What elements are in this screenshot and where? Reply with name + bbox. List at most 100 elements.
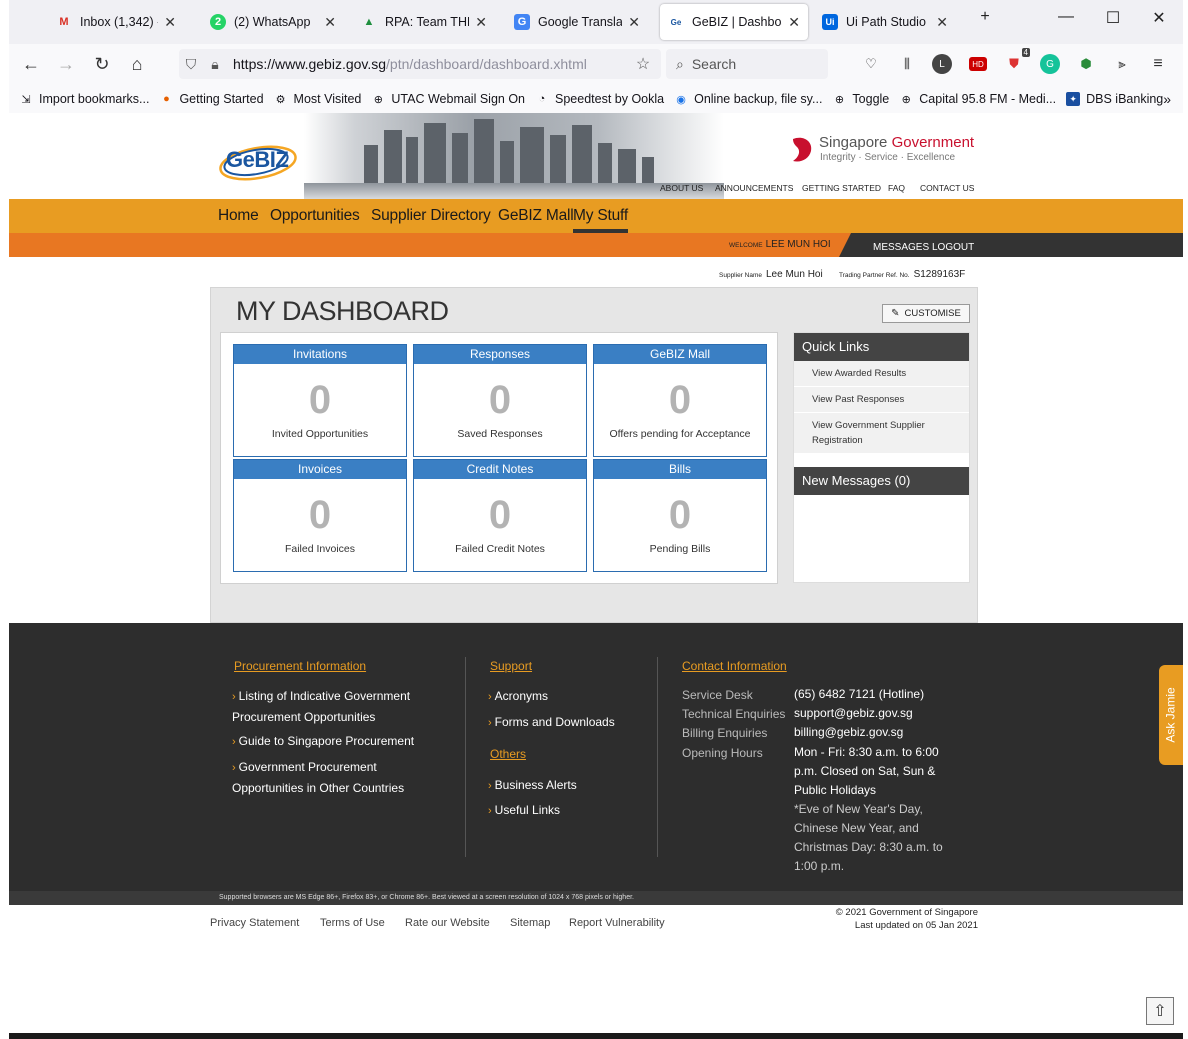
tile-responses[interactable]: Responses 0 Saved Responses bbox=[413, 344, 587, 457]
pocket-icon[interactable]: ♡ bbox=[861, 54, 881, 74]
tile-invoices[interactable]: Invoices 0 Failed Invoices bbox=[233, 459, 407, 572]
grammarly-icon[interactable]: G bbox=[1040, 54, 1060, 74]
footer-link-acronyms[interactable]: › Acronyms bbox=[488, 686, 548, 707]
gebiz-logo[interactable]: GeBIZ bbox=[216, 137, 306, 187]
singapore-government-logo[interactable]: Singapore Government Integrity · Service… bbox=[789, 133, 979, 165]
bookmark-most-visited[interactable]: ⚙ Most Visited bbox=[274, 92, 362, 106]
globe-icon: ⊕ bbox=[901, 93, 911, 106]
nav-gebiz-mall[interactable]: GeBIZ Mall bbox=[498, 207, 574, 225]
bookmark-getting-started[interactable]: ● Getting Started bbox=[159, 92, 263, 106]
reload-icon[interactable]: ↻ bbox=[90, 52, 114, 76]
tab-whatsapp[interactable]: 2 (2) WhatsApp ✕ bbox=[202, 4, 344, 40]
bookmark-import[interactable]: ⇲ Import bookmarks... bbox=[19, 92, 149, 106]
new-messages-title[interactable]: New Messages (0) bbox=[794, 467, 969, 495]
bookmarks-overflow-icon[interactable]: » bbox=[1163, 91, 1171, 107]
tile-gebiz-mall[interactable]: GeBIZ Mall 0 Offers pending for Acceptan… bbox=[593, 344, 767, 457]
nav-opportunities[interactable]: Opportunities bbox=[270, 207, 360, 225]
close-icon[interactable]: ✕ bbox=[788, 14, 800, 31]
ublock-icon[interactable]: ⛊ 4 bbox=[1004, 48, 1030, 74]
terms-of-use-link[interactable]: Terms of Use bbox=[320, 917, 385, 929]
announcements-link[interactable]: Announcements bbox=[715, 183, 793, 193]
extensions-icon[interactable]: ⫸ bbox=[1112, 54, 1132, 74]
close-icon[interactable]: ✕ bbox=[324, 14, 336, 31]
tile-header: Credit Notes bbox=[414, 460, 586, 479]
account-icon[interactable]: L bbox=[932, 54, 952, 74]
bookmark-capital-fm[interactable]: ⊕ Capital 95.8 FM - Medi... bbox=[899, 92, 1056, 106]
customise-button[interactable]: ✎ CUSTOMISE bbox=[882, 304, 970, 323]
globe-icon: ⊕ bbox=[834, 93, 845, 106]
footer-link-business-alerts[interactable]: › Business Alerts bbox=[488, 775, 577, 796]
close-icon[interactable]: ✕ bbox=[936, 14, 948, 31]
close-window-icon[interactable]: ✕ bbox=[1144, 8, 1174, 28]
forward-icon[interactable]: → bbox=[54, 52, 78, 76]
lock-icon[interactable]: 🔒︎ bbox=[203, 56, 227, 73]
tab-gmail[interactable]: M Inbox (1,342) - lee ✕ bbox=[48, 4, 184, 40]
home-icon[interactable]: ⌂ bbox=[125, 52, 149, 76]
bookmark-dbs[interactable]: ✦ DBS iBanking bbox=[1066, 92, 1163, 106]
footer: Procurement Information › Listing of Indi… bbox=[9, 623, 1183, 891]
scroll-to-top-icon[interactable]: ⇧ bbox=[1146, 997, 1174, 1025]
quick-link-past-responses[interactable]: View Past Responses bbox=[794, 387, 969, 413]
bookmark-label: Toggle bbox=[852, 92, 890, 106]
close-icon[interactable]: ✕ bbox=[164, 14, 176, 31]
back-icon[interactable]: ← bbox=[19, 52, 43, 76]
footer-link-forms[interactable]: › Forms and Downloads bbox=[488, 712, 615, 733]
logout-link[interactable]: Logout bbox=[932, 242, 974, 253]
footer-link-other-countries[interactable]: › Government Procurement Opportunities in… bbox=[232, 757, 432, 798]
bookmark-online-backup[interactable]: ◉ Online backup, file sy... bbox=[674, 92, 822, 106]
hd-extension-icon[interactable]: HD bbox=[969, 57, 987, 71]
address-bar[interactable]: ⛉ 🔒︎ https://www.gebiz.gov.sg/ptn/dashbo… bbox=[179, 49, 661, 79]
bookmark-utac[interactable]: ⊕ UTAC Webmail Sign On bbox=[371, 92, 525, 106]
footer-link-indicative-opportunities[interactable]: › Listing of Indicative Government Procur… bbox=[232, 686, 432, 727]
maximize-icon[interactable]: ☐ bbox=[1098, 8, 1128, 28]
contact-us-link[interactable]: Contact Us bbox=[920, 183, 974, 193]
tile-label: Saved Responses bbox=[457, 428, 543, 440]
quick-link-supplier-registration[interactable]: View Government Supplier Registration bbox=[794, 413, 969, 454]
faq-link[interactable]: FAQ bbox=[888, 183, 905, 193]
tile-label: Pending Bills bbox=[649, 543, 711, 555]
library-icon[interactable]: ⫼ bbox=[897, 54, 917, 74]
tile-credit-notes[interactable]: Credit Notes 0 Failed Credit Notes bbox=[413, 459, 587, 572]
minimize-icon[interactable]: — bbox=[1051, 8, 1081, 26]
billing-email[interactable]: billing@gebiz.gov.sg bbox=[794, 723, 903, 742]
menu-icon[interactable]: ≡ bbox=[1148, 54, 1168, 74]
close-icon[interactable]: ✕ bbox=[628, 14, 640, 31]
support-heading: Support bbox=[490, 659, 533, 673]
bookmark-speedtest[interactable]: ◔ Speedtest by Ookla bbox=[535, 92, 664, 106]
about-us-link[interactable]: About Us bbox=[660, 183, 703, 193]
search-bar[interactable]: ⌕ Search bbox=[666, 49, 828, 79]
nav-my-stuff[interactable]: My Stuff bbox=[573, 207, 628, 233]
report-vulnerability-link[interactable]: Report Vulnerability bbox=[569, 917, 665, 929]
rate-website-link[interactable]: Rate our Website bbox=[405, 917, 490, 929]
tab-google-translate[interactable]: G Google Translate ✕ bbox=[506, 4, 648, 40]
footer-divider bbox=[465, 657, 466, 857]
close-icon[interactable]: ✕ bbox=[475, 14, 487, 31]
footer-link-useful-links[interactable]: › Useful Links bbox=[488, 800, 560, 821]
tile-bills[interactable]: Bills 0 Pending Bills bbox=[593, 459, 767, 572]
quick-link-awarded-results[interactable]: View Awarded Results bbox=[794, 361, 969, 387]
bookmark-toggle[interactable]: ⊕ Toggle bbox=[832, 92, 889, 106]
ask-jamie-button[interactable]: Ask Jamie bbox=[1159, 665, 1183, 765]
shield-icon[interactable]: ⛉ bbox=[179, 56, 203, 73]
bookmark-star-icon[interactable]: ☆ bbox=[631, 54, 655, 74]
bookmark-label: Speedtest by Ookla bbox=[555, 92, 665, 106]
main-nav: Home Opportunities Supplier Directory Ge… bbox=[9, 199, 1183, 233]
new-tab-button[interactable]: + bbox=[970, 8, 1000, 26]
nav-supplier-directory[interactable]: Supplier Directory bbox=[371, 207, 491, 225]
tile-header: GeBIZ Mall bbox=[594, 345, 766, 364]
tile-invitations[interactable]: Invitations 0 Invited Opportunities bbox=[233, 344, 407, 457]
tab-uipath[interactable]: Ui Ui Path Studio Co ✕ bbox=[814, 4, 956, 40]
gebiz-icon: Ge bbox=[670, 17, 682, 27]
google-drive-icon: ▲ bbox=[363, 16, 375, 28]
extension-badge: 4 bbox=[1021, 48, 1030, 57]
support-email[interactable]: support@gebiz.gov.sg bbox=[794, 704, 913, 723]
getting-started-link[interactable]: Getting Started bbox=[802, 183, 881, 193]
messages-link[interactable]: Messages bbox=[873, 242, 929, 253]
nav-home[interactable]: Home bbox=[218, 207, 259, 225]
shield-extension-icon[interactable]: ⬢ bbox=[1076, 54, 1096, 74]
sitemap-link[interactable]: Sitemap bbox=[510, 917, 550, 929]
privacy-statement-link[interactable]: Privacy Statement bbox=[210, 917, 299, 929]
tab-rpa[interactable]: ▲ RPA: Team THETA ✕ bbox=[353, 4, 495, 40]
footer-link-procurement-guide[interactable]: › Guide to Singapore Procurement bbox=[232, 731, 432, 752]
tab-gebiz-dashboard[interactable]: Ge GeBIZ | Dashboard ✕ bbox=[660, 4, 808, 40]
